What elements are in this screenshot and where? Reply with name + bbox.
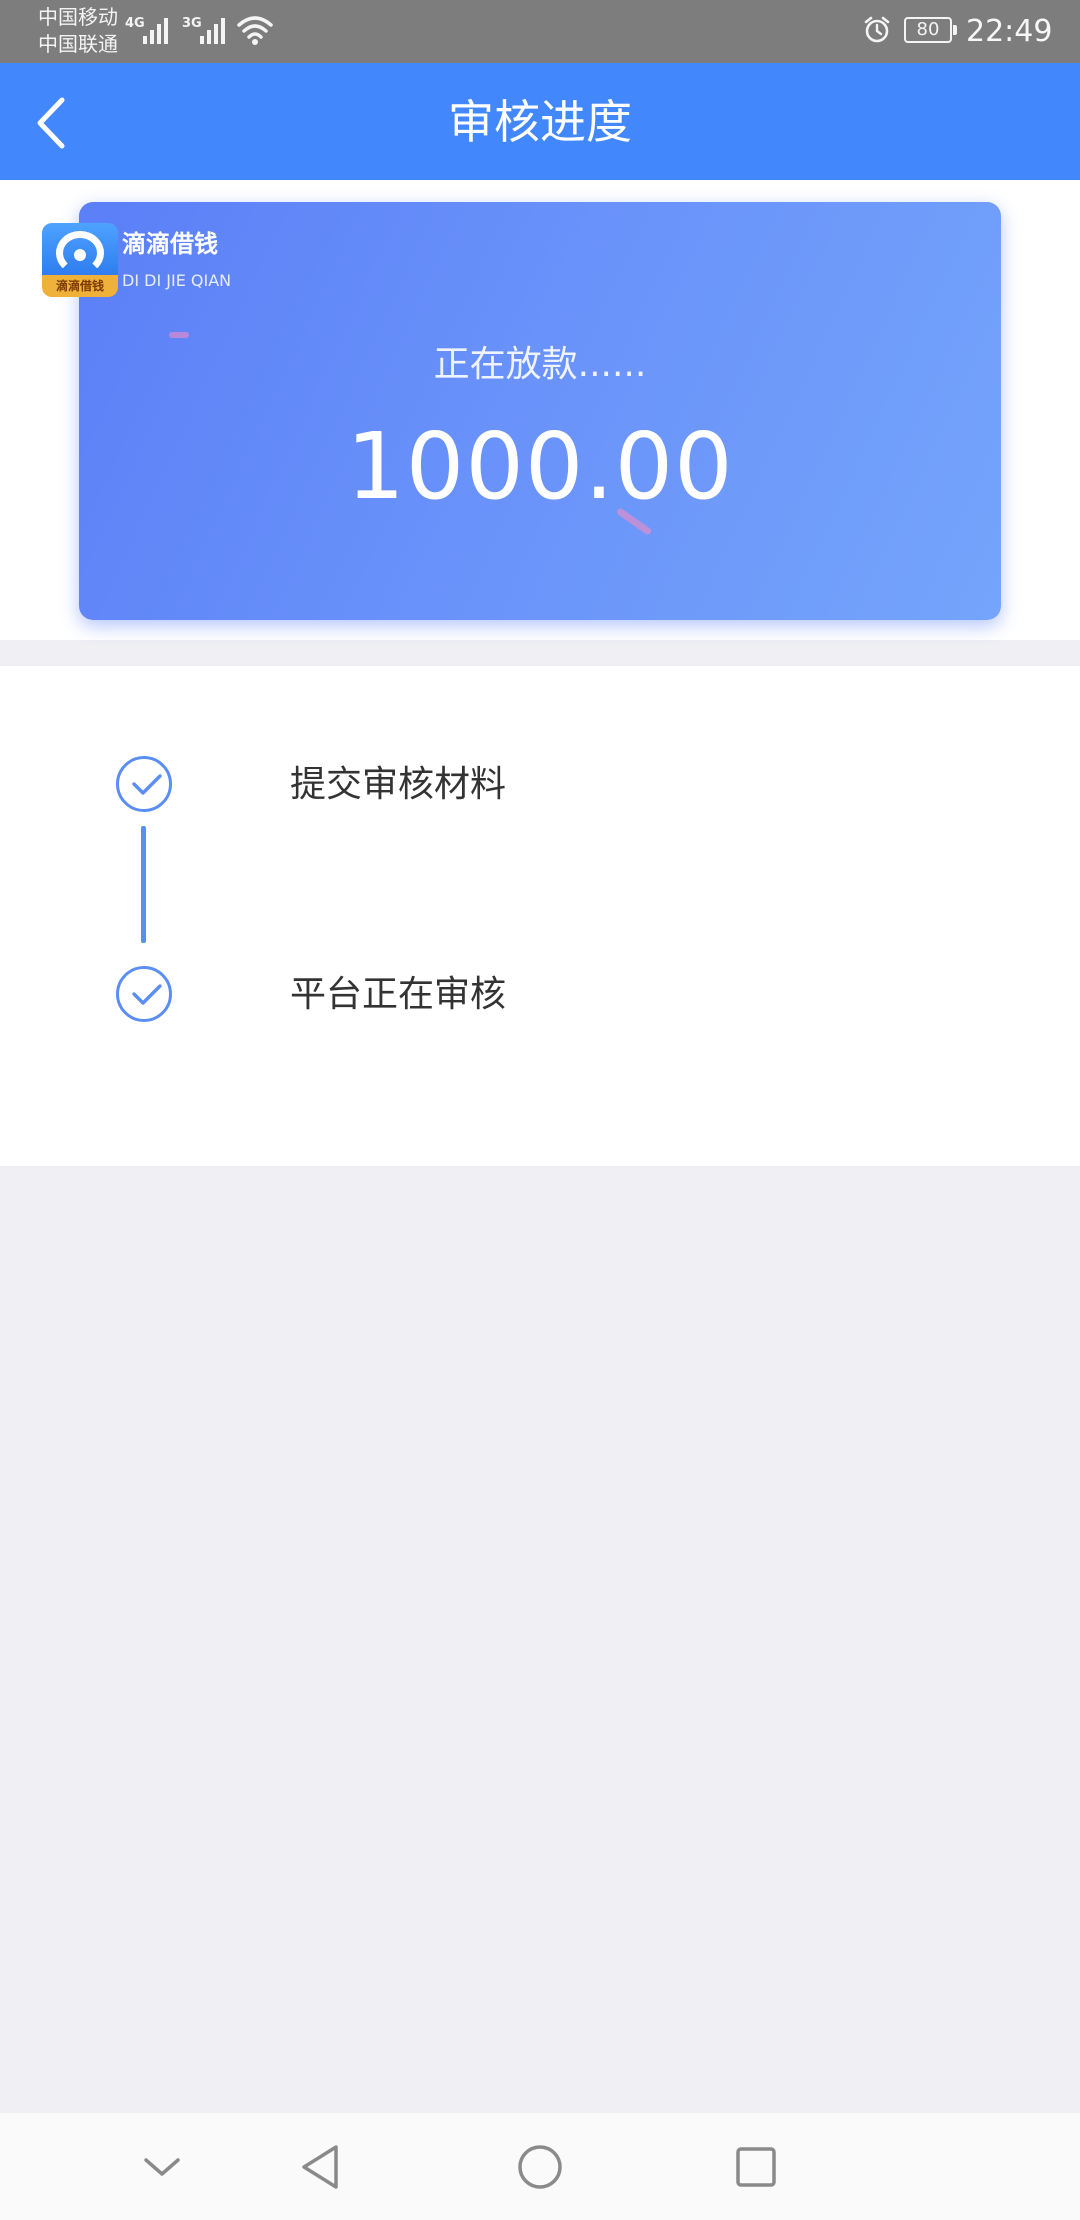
loan-status-card: 正在放款...... 1000.00 xyxy=(79,202,1001,620)
step-1-label: 提交审核材料 xyxy=(290,764,507,805)
clock: 22:49 xyxy=(966,14,1053,49)
page-title: 审核进度 xyxy=(448,95,632,149)
battery-icon: 80 xyxy=(904,17,958,43)
carrier-2: 中国联通 xyxy=(38,32,118,56)
chevron-down-icon xyxy=(144,2158,180,2176)
check-icon xyxy=(132,984,162,1005)
system-nav-bar xyxy=(0,2113,1080,2220)
brand-name: 滴滴借钱 xyxy=(122,230,218,258)
battery-level: 80 xyxy=(904,17,952,43)
signal-3g: 3G xyxy=(182,12,238,46)
recents-button[interactable] xyxy=(722,2133,790,2201)
status-bar: 中国移动 中国联通 4G 3G 80 22:49 xyxy=(0,0,1080,63)
signal-icon xyxy=(200,18,225,44)
system-back-button[interactable] xyxy=(288,2133,356,2201)
progress-steps: 提交审核材料 平台正在审核 xyxy=(0,666,1080,1166)
step-2-label: 平台正在审核 xyxy=(290,974,507,1015)
signal-4g: 4G xyxy=(125,12,181,46)
alarm-icon xyxy=(864,16,890,43)
step-1-check-icon xyxy=(116,756,172,812)
loan-amount: 1000.00 xyxy=(346,413,734,520)
carrier-1: 中国移动 xyxy=(38,5,118,29)
check-icon xyxy=(132,774,162,795)
wifi-icon xyxy=(237,16,273,45)
card-sparkle xyxy=(169,332,189,338)
logo-dot xyxy=(74,249,86,261)
step-2-check-icon xyxy=(116,966,172,1022)
carrier-names: 中国移动 中国联通 xyxy=(38,4,118,58)
signal-icon xyxy=(143,18,168,44)
app-logo-icon: 滴滴借钱 xyxy=(42,223,118,297)
nav-bar: 审核进度 xyxy=(0,63,1080,180)
battery-nub xyxy=(953,25,957,35)
collapse-button[interactable] xyxy=(128,2133,196,2201)
back-triangle-icon xyxy=(302,2145,338,2189)
recents-square-icon xyxy=(736,2147,776,2187)
home-button[interactable] xyxy=(506,2133,574,2201)
brand-subtitle: DI DI JIE QIAN xyxy=(122,271,232,290)
home-circle-icon xyxy=(518,2145,562,2189)
step-connector xyxy=(141,826,146,943)
logo-tag: 滴滴借钱 xyxy=(55,279,104,293)
loan-status-text: 正在放款...... xyxy=(433,344,647,385)
